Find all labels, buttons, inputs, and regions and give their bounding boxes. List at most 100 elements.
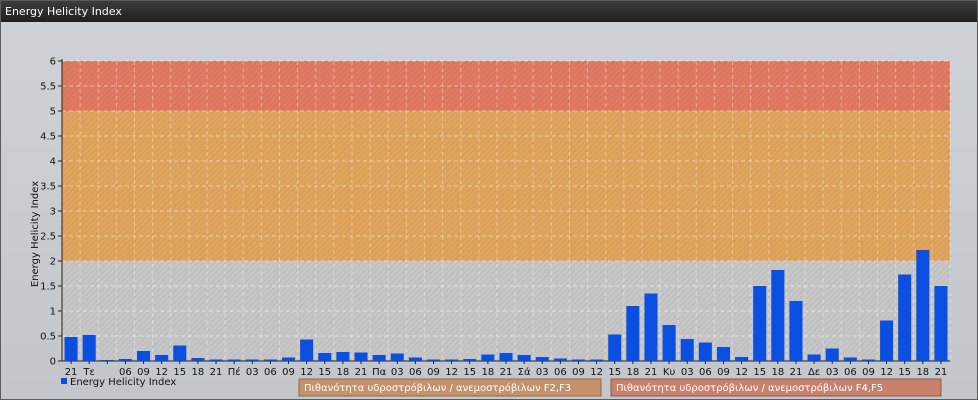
bar xyxy=(209,359,223,361)
x-tick-label: 09 xyxy=(572,367,585,378)
y-tick-label: 4.5 xyxy=(40,132,56,143)
x-tick-label: 12 xyxy=(445,367,458,378)
x-tick-label: 18 xyxy=(337,367,350,378)
x-tick-label: 06 xyxy=(409,367,422,378)
x-tick-label: 21 xyxy=(935,367,948,378)
bar xyxy=(191,358,205,361)
x-tick-label: 12 xyxy=(590,367,603,378)
x-tick-label: 09 xyxy=(862,367,875,378)
x-tick-label: 21 xyxy=(645,367,658,378)
y-tick-label: 1.5 xyxy=(40,282,56,293)
bar xyxy=(227,359,241,361)
legend-band-mid-label: Πιθανότητα υδροστρόβιλων / ανεμοστρόβιλω… xyxy=(304,382,571,394)
bar xyxy=(825,348,839,361)
legend-series-label: Energy Helicity Index xyxy=(70,377,176,388)
bar xyxy=(807,354,821,361)
bar xyxy=(934,286,948,361)
x-tick-label: 03 xyxy=(536,367,549,378)
bar xyxy=(789,301,803,361)
bar xyxy=(553,358,567,361)
x-tick-label: 18 xyxy=(482,367,495,378)
x-tick-label: 06 xyxy=(554,367,567,378)
x-tick-label: 15 xyxy=(898,367,911,378)
bar xyxy=(408,357,422,361)
bar xyxy=(481,354,495,361)
bar xyxy=(245,359,259,361)
x-tick-label: 06 xyxy=(844,367,857,378)
bar xyxy=(118,359,132,361)
bar xyxy=(318,353,332,361)
x-tick-label: 18 xyxy=(916,367,929,378)
bar xyxy=(354,352,368,361)
y-tick-label: 1 xyxy=(50,307,56,318)
bar xyxy=(571,359,586,361)
x-tick-label: 12 xyxy=(300,367,313,378)
bar xyxy=(916,250,930,361)
bar xyxy=(82,335,96,361)
x-tick-label: 03 xyxy=(391,367,404,378)
x-tick-label: 09 xyxy=(282,367,295,378)
bar xyxy=(861,359,875,361)
bar xyxy=(336,352,350,361)
x-tick-label: Κυ xyxy=(663,367,676,378)
bar xyxy=(898,274,912,361)
x-tick-label: 09 xyxy=(427,367,440,378)
bar xyxy=(753,286,767,361)
bar xyxy=(735,357,749,361)
bar xyxy=(463,359,477,361)
bar xyxy=(644,293,658,361)
x-tick-label: 21 xyxy=(500,367,513,378)
legend-series-swatch xyxy=(61,378,67,384)
y-axis-label: Energy Helicity Index xyxy=(30,181,41,287)
x-tick-label: 21 xyxy=(790,367,803,378)
x-tick-label: 21 xyxy=(355,367,368,378)
x-tick-label: 21 xyxy=(210,367,223,378)
bar xyxy=(535,357,549,361)
panel-title-bar: Energy Helicity Index xyxy=(1,1,977,22)
x-tick-label: Πα xyxy=(372,367,387,378)
x-tick-label: 12 xyxy=(880,367,893,378)
bar xyxy=(64,337,78,361)
bar xyxy=(626,306,640,361)
x-tick-label: 15 xyxy=(753,367,766,378)
energy-helicity-chart: 21 Τε 06 09 12 15 18 21 Πέ 03 06 09 12 15 18 21 Πα 03 06 09… xyxy=(30,57,951,397)
bar xyxy=(771,270,785,361)
y-tick-label: 2.5 xyxy=(40,232,56,243)
y-tick-label: 3.5 xyxy=(40,182,56,193)
bar xyxy=(282,357,296,361)
x-tick-label: 15 xyxy=(608,367,621,378)
bar xyxy=(426,359,441,361)
bar xyxy=(137,351,151,361)
bar xyxy=(843,357,857,361)
x-tick-label: 15 xyxy=(463,367,476,378)
x-tick-label: 03 xyxy=(826,367,839,378)
y-tick-label: 0.5 xyxy=(40,332,56,343)
x-tick-label: 12 xyxy=(735,367,748,378)
x-tick-label: 09 xyxy=(717,367,730,378)
bar xyxy=(662,325,676,361)
bar xyxy=(173,345,187,361)
x-tick-label: Σά xyxy=(518,366,531,378)
x-tick-label: 03 xyxy=(246,367,259,378)
x-tick-label: Πέ xyxy=(228,366,241,378)
x-tick-label: 18 xyxy=(771,367,784,378)
x-tick-label: 03 xyxy=(681,367,694,378)
bar xyxy=(698,342,712,361)
x-tick-label: 15 xyxy=(318,367,331,378)
x-tick-label: Δε xyxy=(808,367,820,378)
bar xyxy=(100,360,114,361)
legend-band-high-label: Πιθανότητα υδροστρόβιλων / ανεμοστρόβιλω… xyxy=(616,382,883,394)
bar xyxy=(390,353,404,361)
bar xyxy=(517,355,531,361)
bar xyxy=(716,347,730,361)
panel-title: Energy Helicity Index xyxy=(5,5,122,18)
bar xyxy=(680,339,694,361)
bar xyxy=(499,353,513,361)
bar xyxy=(590,359,604,361)
bar xyxy=(155,355,169,361)
bar xyxy=(445,359,459,361)
bar xyxy=(372,355,386,361)
bar xyxy=(300,339,314,361)
x-tick-label: 18 xyxy=(192,367,205,378)
y-tick-label: 3 xyxy=(50,207,56,218)
